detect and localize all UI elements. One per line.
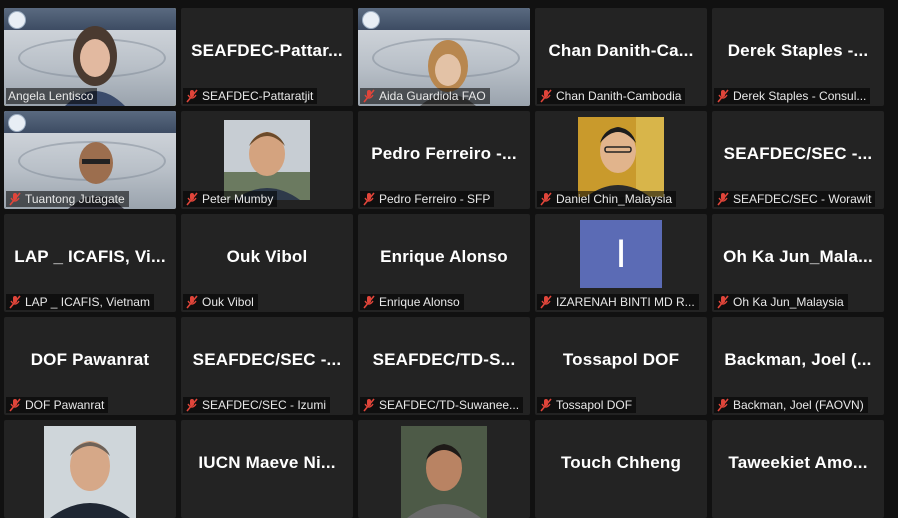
participant-tile[interactable]: Daniel Chin_Malaysia <box>535 111 707 209</box>
mic-muted-icon <box>185 295 199 309</box>
mic-muted-icon <box>716 295 730 309</box>
participant-tile[interactable]: I IZARENAH BINTI MD R... <box>535 214 707 312</box>
participant-display-name: Taweekiet Amo... <box>728 453 868 472</box>
participant-display-name: Ouk Vibol <box>226 247 308 266</box>
participant-tile[interactable]: Tuantong Jutagate <box>4 111 176 209</box>
mic-muted-icon <box>8 398 22 412</box>
participant-tile[interactable]: Ouk Vibol Ouk Vibol <box>181 214 353 312</box>
mic-muted-icon <box>539 295 553 309</box>
participant-nametag: IZARENAH BINTI MD R... <box>537 294 699 310</box>
participant-display-name: LAP _ ICAFIS, Vi... <box>14 247 166 266</box>
slide-header-bar <box>4 111 176 133</box>
participant-display-name: DOF Pawanrat <box>30 350 150 369</box>
participant-video-photo <box>401 426 487 518</box>
participant-nametag: Ouk Vibol <box>183 294 258 310</box>
mic-muted-icon <box>716 192 730 206</box>
participant-display-name: Derek Staples -... <box>727 41 869 60</box>
participant-display-name: Tossapol DOF <box>562 350 680 369</box>
participant-tile[interactable]: SEAFDEC/SEC -... SEAFDEC/SEC - Worawit <box>712 111 884 209</box>
participant-display-name: SEAFDEC/TD-S... <box>372 350 516 369</box>
participant-tile[interactable] <box>358 420 530 518</box>
participant-display-name: SEAFDEC/SEC -... <box>723 144 873 163</box>
participant-nametag: SEAFDEC/TD-Suwanee... <box>360 397 524 413</box>
participant-tile[interactable]: IUCN Maeve Ni... <box>181 420 353 518</box>
participant-nametag: SEAFDEC/SEC - Worawit <box>714 191 876 207</box>
participant-tile[interactable]: Taweekiet Amo... <box>712 420 884 518</box>
participant-tile[interactable]: Derek Staples -... Derek Staples - Consu… <box>712 8 884 106</box>
participant-display-name: Oh Ka Jun_Mala... <box>723 247 873 266</box>
participant-tile[interactable]: Oh Ka Jun_Mala... Oh Ka Jun_Malaysia <box>712 214 884 312</box>
mic-muted-icon <box>362 295 376 309</box>
mic-muted-icon <box>185 89 199 103</box>
participant-display-name: Touch Chheng <box>560 453 682 472</box>
participant-nametag: Backman, Joel (FAOVN) <box>714 397 868 413</box>
participant-nametag: SEAFDEC/SEC - Izumi <box>183 397 331 413</box>
participant-display-name: Pedro Ferreiro -... <box>371 144 517 163</box>
participant-video-photo <box>44 426 136 518</box>
participant-display-name: Enrique Alonso <box>380 247 508 266</box>
mic-muted-icon <box>8 192 22 206</box>
mic-muted-icon <box>362 192 376 206</box>
participant-nametag: Pedro Ferreiro - SFP <box>360 191 495 207</box>
participant-nametag: Angela Lentisco <box>6 88 98 104</box>
slide-header-bar <box>358 8 530 30</box>
participant-display-name: Chan Danith-Ca... <box>548 41 694 60</box>
participant-tile[interactable]: Chan Danith-Ca... Chan Danith-Cambodia <box>535 8 707 106</box>
mic-muted-icon <box>362 398 376 412</box>
participant-tile[interactable]: DOF Pawanrat DOF Pawanrat <box>4 317 176 415</box>
mic-muted-icon <box>716 398 730 412</box>
participant-tile[interactable]: Angela Lentisco <box>4 8 176 106</box>
participant-nametag: Peter Mumby <box>183 191 278 207</box>
participant-nametag: LAP _ ICAFIS, Vietnam <box>6 294 154 310</box>
avatar: I <box>580 220 662 288</box>
participant-nametag: Daniel Chin_Malaysia <box>537 191 677 207</box>
participant-display-name: IUCN Maeve Ni... <box>198 453 336 472</box>
participant-tile[interactable]: Tossapol DOF Tossapol DOF <box>535 317 707 415</box>
participant-tile[interactable]: Enrique Alonso Enrique Alonso <box>358 214 530 312</box>
mic-muted-icon <box>362 89 376 103</box>
participant-display-name: SEAFDEC/SEC -... <box>192 350 342 369</box>
participant-tile[interactable] <box>4 420 176 518</box>
mic-muted-icon <box>539 89 553 103</box>
participant-tile[interactable]: SEAFDEC/TD-S... SEAFDEC/TD-Suwanee... <box>358 317 530 415</box>
mic-muted-icon <box>539 192 553 206</box>
participant-nametag: Enrique Alonso <box>360 294 464 310</box>
participant-gallery: Angela Lentisco SEAFDEC-Pattar... SEAFDE… <box>4 8 884 518</box>
participant-tile[interactable]: SEAFDEC/SEC -... SEAFDEC/SEC - Izumi <box>181 317 353 415</box>
participant-nametag: Oh Ka Jun_Malaysia <box>714 294 848 310</box>
participant-display-name: Backman, Joel (... <box>724 350 872 369</box>
participant-video-photo <box>224 120 310 200</box>
participant-nametag: Aida Guardiola FAO <box>360 88 490 104</box>
participant-display-name: SEAFDEC-Pattar... <box>191 41 343 60</box>
mic-muted-icon <box>539 398 553 412</box>
fao-logo-icon <box>362 11 380 29</box>
fao-logo-icon <box>8 114 26 132</box>
participant-video-photo <box>578 117 664 197</box>
mic-muted-icon <box>716 89 730 103</box>
participant-nametag: Tuantong Jutagate <box>6 191 129 207</box>
participant-tile[interactable]: LAP _ ICAFIS, Vi... LAP _ ICAFIS, Vietna… <box>4 214 176 312</box>
participant-tile[interactable]: Backman, Joel (... Backman, Joel (FAOVN) <box>712 317 884 415</box>
participant-nametag: DOF Pawanrat <box>6 397 109 413</box>
mic-muted-icon <box>8 295 22 309</box>
mic-muted-icon <box>185 398 199 412</box>
participant-nametag: Chan Danith-Cambodia <box>537 88 686 104</box>
participant-tile[interactable]: SEAFDEC-Pattar... SEAFDEC-Pattaratjit <box>181 8 353 106</box>
mic-muted-icon <box>185 192 199 206</box>
participant-nametag: Tossapol DOF <box>537 397 637 413</box>
participant-tile[interactable]: Pedro Ferreiro -... Pedro Ferreiro - SFP <box>358 111 530 209</box>
participant-tile[interactable]: Touch Chheng <box>535 420 707 518</box>
participant-tile[interactable]: Aida Guardiola FAO <box>358 8 530 106</box>
participant-nametag: Derek Staples - Consul... <box>714 88 871 104</box>
participant-nametag: SEAFDEC-Pattaratjit <box>183 88 318 104</box>
fao-logo-icon <box>8 11 26 29</box>
participant-tile[interactable]: Peter Mumby <box>181 111 353 209</box>
